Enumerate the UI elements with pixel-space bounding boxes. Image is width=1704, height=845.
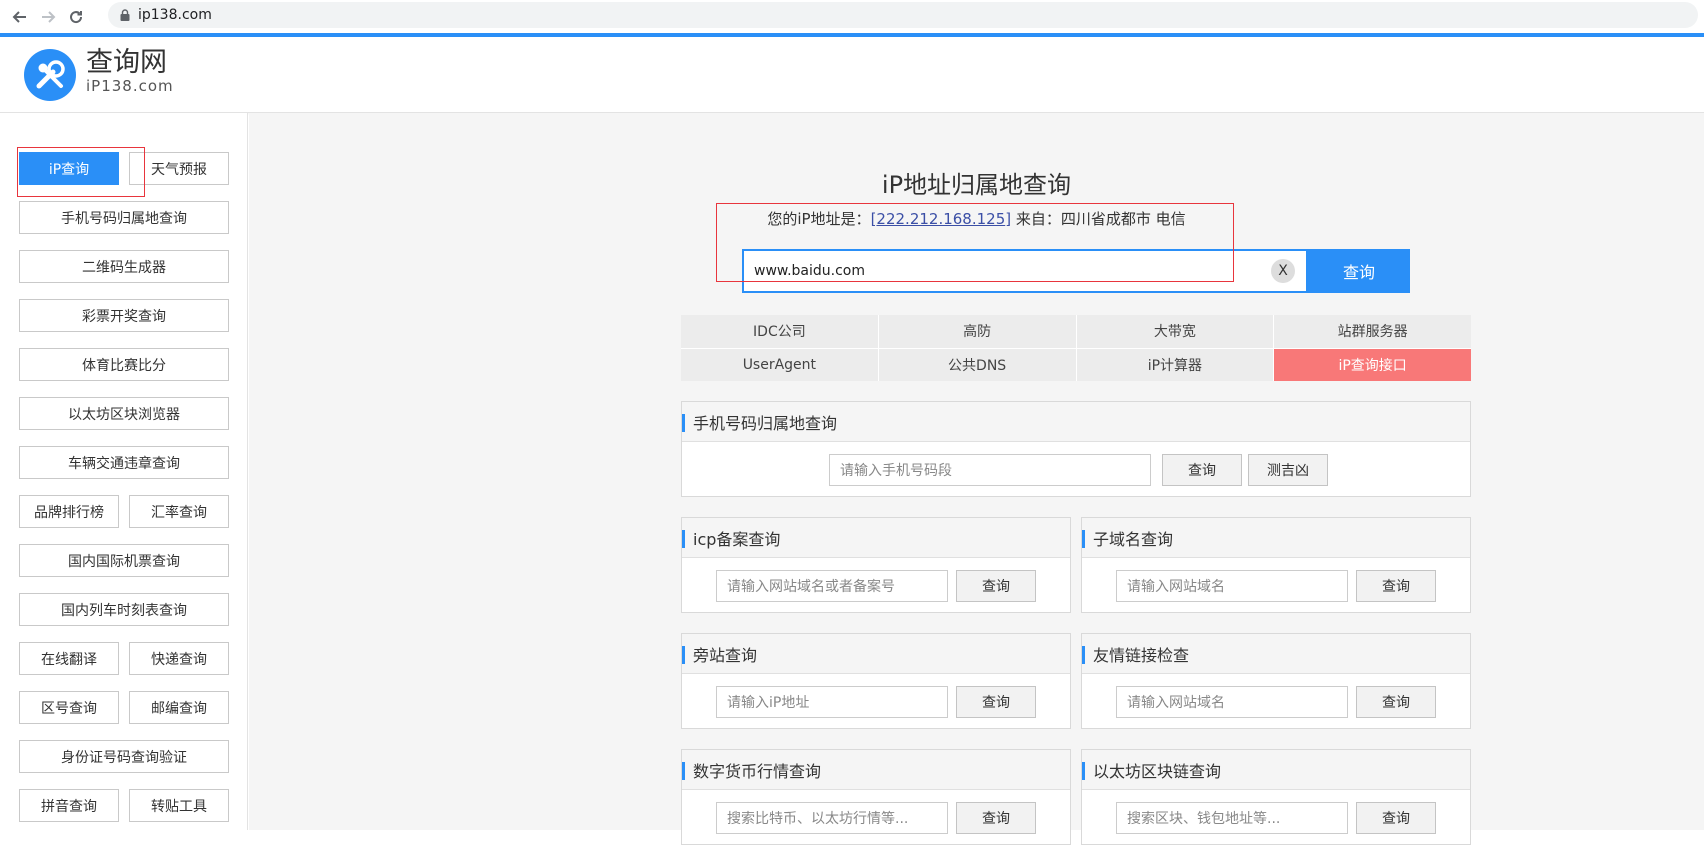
sidebar-item-translate[interactable]: 在线翻译	[19, 642, 119, 675]
fortune-button[interactable]: 测吉凶	[1248, 454, 1328, 486]
back-icon[interactable]	[8, 5, 32, 29]
sidebar-item-areacode[interactable]: 区号查询	[19, 691, 119, 724]
sidebar-item-pinyin[interactable]: 拼音查询	[19, 789, 119, 822]
site-header: 查询网 iP138.com	[0, 37, 1704, 113]
highlight-box-search	[716, 203, 1234, 282]
browser-toolbar: ip138.com	[0, 0, 1704, 33]
sidesite-input[interactable]: 请输入iP地址	[716, 686, 948, 718]
highlight-box-sidebar	[17, 147, 145, 197]
sidebar-item-exchange[interactable]: 汇率查询	[129, 495, 229, 528]
sidebar: iP查询 天气预报 手机号码归属地查询 二维码生成器 彩票开奖查询 体育比赛比分…	[0, 113, 248, 830]
link-idc[interactable]: IDC公司	[681, 315, 878, 348]
subdomain-input[interactable]: 请输入网站域名	[1116, 570, 1348, 602]
sidebar-item-repost[interactable]: 转贴工具	[129, 789, 229, 822]
friendlink-input[interactable]: 请输入网站域名	[1116, 686, 1348, 718]
sidebar-item-express[interactable]: 快递查询	[129, 642, 229, 675]
main-content: iP地址归属地查询 您的iP地址是：[222.212.168.125] 来自：四…	[249, 113, 1704, 845]
panel-title: 旁站查询	[682, 634, 1070, 674]
brand-domain: iP138.com	[86, 77, 174, 95]
link-ip-api[interactable]: iP查询接口	[1274, 348, 1471, 381]
sidebar-item-idcard[interactable]: 身份证号码查询验证	[19, 740, 229, 773]
crypto-query-button[interactable]: 查询	[956, 802, 1036, 834]
sidebar-item-eth-explorer[interactable]: 以太坊区块浏览器	[19, 397, 229, 430]
brand[interactable]: 查询网 iP138.com	[86, 47, 174, 96]
friendlink-query-button[interactable]: 查询	[1356, 686, 1436, 718]
phone-query-button[interactable]: 查询	[1162, 454, 1242, 486]
eth-query-button[interactable]: 查询	[1356, 802, 1436, 834]
link-ddos[interactable]: 高防	[878, 315, 1076, 348]
link-bandwidth[interactable]: 大带宽	[1076, 315, 1274, 348]
clear-button[interactable]: X	[1271, 259, 1295, 283]
sidebar-item-trains[interactable]: 国内列车时刻表查询	[19, 593, 229, 626]
brand-name: 查询网	[86, 47, 167, 78]
sidebar-item-postcode[interactable]: 邮编查询	[129, 691, 229, 724]
crypto-input[interactable]: 搜索比特币、以太坊行情等...	[716, 802, 948, 834]
sidebar-item-lottery[interactable]: 彩票开奖查询	[19, 299, 229, 332]
icp-query-button[interactable]: 查询	[956, 570, 1036, 602]
ip-search-button[interactable]: 查询	[1308, 249, 1410, 293]
sidebar-item-traffic[interactable]: 车辆交通违章查询	[19, 446, 229, 479]
panel-subdomain: 子域名查询 请输入网站域名 查询	[1081, 517, 1471, 613]
panel-title: 手机号码归属地查询	[682, 402, 1470, 442]
link-useragent[interactable]: UserAgent	[681, 348, 878, 381]
panel-title: icp备案查询	[682, 518, 1070, 558]
link-public-dns[interactable]: 公共DNS	[878, 348, 1076, 381]
sidebar-item-flights[interactable]: 国内国际机票查询	[19, 544, 229, 577]
forward-icon[interactable]	[36, 5, 60, 29]
sidebar-item-qrcode[interactable]: 二维码生成器	[19, 250, 229, 283]
sidesite-query-button[interactable]: 查询	[956, 686, 1036, 718]
quick-links-grid: IDC公司 高防 大带宽 站群服务器 UserAgent 公共DNS iP计算器…	[681, 315, 1471, 381]
sidebar-item-brand-rank[interactable]: 品牌排行榜	[19, 495, 119, 528]
sidebar-item-sports[interactable]: 体育比赛比分	[19, 348, 229, 381]
icp-input[interactable]: 请输入网站域名或者备案号	[716, 570, 948, 602]
address-bar[interactable]: ip138.com	[108, 2, 1698, 28]
panel-icp: icp备案查询 请输入网站域名或者备案号 查询	[681, 517, 1071, 613]
page-title: iP地址归属地查询	[881, 171, 1072, 199]
panel-title: 以太坊区块链查询	[1082, 750, 1470, 790]
panel-title: 数字货币行情查询	[682, 750, 1070, 790]
link-cluster-server[interactable]: 站群服务器	[1274, 315, 1471, 348]
sidebar-item-phone-lookup[interactable]: 手机号码归属地查询	[19, 201, 229, 234]
link-ip-calculator[interactable]: iP计算器	[1076, 348, 1274, 381]
phone-input[interactable]: 请输入手机号码段	[829, 454, 1151, 486]
panel-title: 子域名查询	[1082, 518, 1470, 558]
subdomain-query-button[interactable]: 查询	[1356, 570, 1436, 602]
eth-input[interactable]: 搜索区块、钱包地址等...	[1116, 802, 1348, 834]
panel-title: 友情链接检查	[1082, 634, 1470, 674]
panel-phone-lookup: 手机号码归属地查询 请输入手机号码段 查询 测吉凶	[681, 401, 1471, 497]
url-text: ip138.com	[138, 7, 212, 23]
lock-icon	[120, 9, 130, 21]
panel-eth-chain: 以太坊区块链查询 搜索区块、钱包地址等... 查询	[1081, 749, 1471, 845]
panel-crypto: 数字货币行情查询 搜索比特币、以太坊行情等... 查询	[681, 749, 1071, 845]
panel-side-site: 旁站查询 请输入iP地址 查询	[681, 633, 1071, 729]
panel-friend-link: 友情链接检查 请输入网站域名 查询	[1081, 633, 1471, 729]
reload-icon[interactable]	[64, 5, 88, 29]
logo-icon[interactable]	[24, 49, 76, 101]
